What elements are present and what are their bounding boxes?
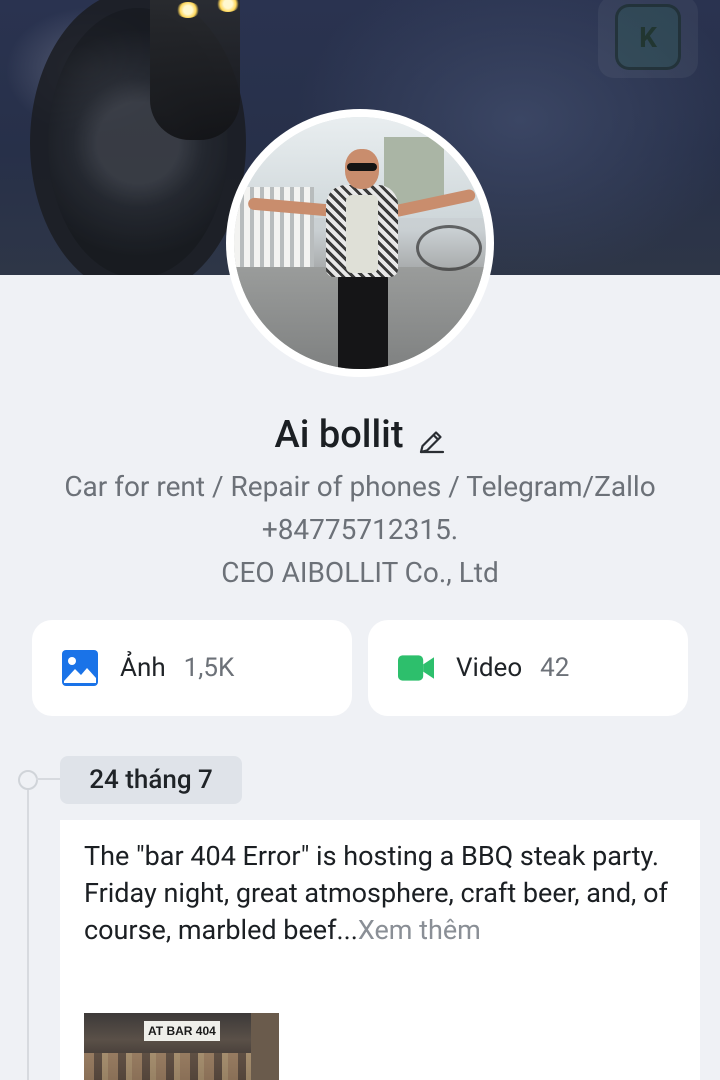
motorcycle-body	[150, 0, 240, 140]
post-image[interactable]: AT BAR 404	[84, 1013, 279, 1080]
timeline-dot	[18, 770, 38, 790]
timeline-date: 24 tháng 7	[60, 756, 242, 804]
photos-label: Ảnh	[120, 653, 166, 683]
brand-logo-icon: K	[615, 4, 681, 70]
post-text-line: Friday night, great atmosphere, craft be…	[84, 877, 668, 946]
profile-bio: Car for rent / Repair of phones / Telegr…	[0, 465, 720, 594]
avatar[interactable]	[226, 109, 494, 377]
pencil-icon[interactable]	[417, 419, 445, 454]
timeline-connector	[36, 778, 60, 780]
post-image-sign: AT BAR 404	[144, 1021, 220, 1041]
photos-card[interactable]: Ảnh 1,5K	[32, 620, 352, 716]
bio-line: CEO AIBOLLIT Co., Ltd	[221, 556, 499, 589]
videos-card[interactable]: Video 42	[368, 620, 688, 716]
post-text-line: The "bar 404 Error" is hosting a BBQ ste…	[84, 840, 660, 872]
brand-badge: K	[598, 0, 698, 78]
videos-label: Video	[456, 653, 523, 683]
image-icon	[62, 650, 98, 686]
timeline-post[interactable]: The "bar 404 Error" is hosting a BBQ ste…	[60, 820, 700, 1080]
bio-line: Car for rent / Repair of phones / Telegr…	[64, 470, 656, 503]
bio-line: +84775712315.	[261, 513, 459, 546]
see-more-link[interactable]: Xem thêm	[358, 914, 481, 946]
profile-name: Ai bollit	[274, 413, 404, 457]
avatar-photo	[234, 117, 486, 369]
timeline-line	[27, 790, 29, 1080]
video-camera-icon	[398, 650, 434, 686]
photos-count: 1,5K	[183, 653, 235, 683]
profile-name-row: Ai bollit	[0, 410, 720, 460]
headlight	[176, 2, 200, 18]
post-text: The "bar 404 Error" is hosting a BBQ ste…	[84, 838, 676, 949]
videos-count: 42	[540, 653, 570, 683]
